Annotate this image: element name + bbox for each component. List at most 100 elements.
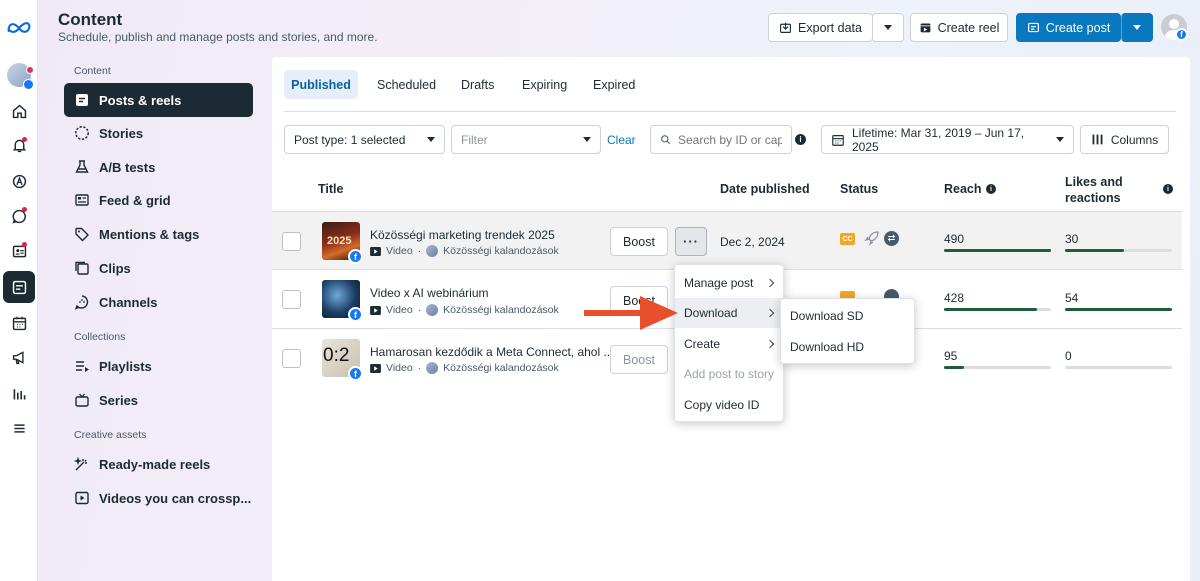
export-data-button[interactable]: Export data (768, 13, 873, 42)
sidebar-section-content: Content (74, 65, 111, 77)
date-range-label: Lifetime: Mar 31, 2019 – Jun 17, 2025 (852, 125, 1025, 154)
menu-item-manage-post[interactable]: Manage post (675, 268, 783, 298)
sidebar-item-ready-made-reels[interactable]: Ready-made reels (65, 448, 252, 480)
date-range-select[interactable]: Lifetime: Mar 31, 2019 – Jun 17, 2025 (821, 125, 1074, 154)
page-name: Közösségi kalandozások (443, 304, 559, 316)
caret-down-icon (1056, 137, 1064, 142)
sidebar-item-feed-grid[interactable]: Feed & grid (65, 184, 252, 216)
sidebar-item-mentions-tags[interactable]: Mentions & tags (65, 218, 252, 250)
sidebar-item-label: Stories (99, 125, 144, 141)
clips-icon (75, 261, 89, 275)
calendar-icon[interactable] (0, 308, 38, 338)
crosspost-icon: ⇄ (884, 231, 899, 246)
sidebar-item-label: Series (99, 392, 139, 408)
post-title[interactable]: Közösségi marketing trendek 2025 (370, 228, 555, 242)
video-icon (75, 491, 89, 505)
export-dropdown-button[interactable] (872, 13, 904, 42)
post-title[interactable]: Video x AI webinárium (370, 286, 489, 300)
tab-expiring[interactable]: Expiring (512, 70, 577, 99)
sidebar-item-playlists[interactable]: Playlists (65, 350, 252, 382)
menu-item-download[interactable]: Download (675, 298, 783, 328)
notification-dot (22, 137, 27, 142)
reach-value: 95 (944, 349, 958, 363)
sidebar-item-stories[interactable]: Stories (65, 117, 252, 149)
post-title[interactable]: Hamarosan kezdődik a Meta Connect, ahol … (370, 345, 613, 359)
search-input[interactable] (678, 132, 782, 147)
menu-item-download-sd[interactable]: Download SD (781, 301, 914, 331)
likes-bar (1065, 249, 1172, 252)
likes-bar (1065, 366, 1172, 369)
annotation-arrow (584, 296, 678, 330)
row-checkbox[interactable] (282, 232, 301, 251)
tab-drafts[interactable]: Drafts (451, 70, 504, 99)
menu-icon[interactable] (0, 413, 38, 443)
tab-published[interactable]: Published (284, 70, 358, 99)
sidebar-item-posts-reels[interactable]: Posts & reels (65, 84, 252, 116)
row-checkbox[interactable] (282, 290, 301, 309)
menu-item-create[interactable]: Create (675, 329, 783, 359)
filter-select[interactable]: Filter (451, 125, 601, 154)
column-header-reach[interactable]: Reach (944, 182, 982, 196)
sidebar-item-ab-tests[interactable]: A/B tests (65, 151, 252, 183)
home-icon[interactable] (0, 96, 38, 126)
sidebar-item-label: Channels (99, 294, 158, 310)
column-header-title[interactable]: Title (318, 182, 343, 196)
tab-scheduled[interactable]: Scheduled (367, 70, 446, 99)
create-post-button[interactable]: Create post (1016, 13, 1121, 42)
tabs-divider (284, 111, 1176, 112)
meta-logo-icon[interactable] (0, 12, 38, 42)
posts-icon (76, 94, 88, 106)
left-rail (0, 0, 38, 581)
sidebar-section-creative: Creative assets (74, 429, 147, 441)
likes-info-icon[interactable]: i (1163, 184, 1173, 194)
chevron-right-icon (765, 308, 775, 318)
sidebar-item-series[interactable]: Series (65, 384, 252, 416)
menu-item-copy-video-id[interactable]: Copy video ID (675, 390, 783, 420)
inbox-icon[interactable] (0, 201, 38, 231)
post-type-select[interactable]: Post type: 1 selected (284, 125, 445, 154)
create-reel-button[interactable]: Create reel (910, 13, 1008, 42)
menu-item-download-hd[interactable]: Download HD (781, 332, 914, 362)
clear-filters-link[interactable]: Clear (607, 133, 636, 147)
facebook-icon: f (348, 307, 363, 322)
create-post-dropdown-button[interactable] (1121, 13, 1153, 42)
page-avatar (426, 304, 439, 316)
notifications-icon[interactable] (0, 130, 38, 160)
more-options-button[interactable]: ··· (675, 227, 707, 256)
profile-avatar-icon[interactable] (0, 60, 38, 90)
caret-down-icon (884, 25, 892, 30)
sidebar-item-label: Mentions & tags (99, 226, 200, 242)
calendar-icon (832, 134, 844, 146)
video-type-icon (370, 305, 381, 315)
column-header-date[interactable]: Date published (720, 182, 810, 196)
likes-header-line1: Likes and (1065, 175, 1123, 189)
column-header-likes[interactable]: Likes and reactions (1065, 174, 1123, 206)
download-submenu: Download SD Download HD (780, 298, 915, 364)
sidebar-item-clips[interactable]: Clips (65, 252, 252, 284)
search-field[interactable] (650, 125, 792, 154)
menu-item-label: Add post to story (684, 367, 775, 381)
sidebar-item-label: Clips (99, 260, 131, 276)
tab-expired[interactable]: Expired (583, 70, 645, 99)
info-icon[interactable]: i (795, 134, 806, 145)
column-header-status[interactable]: Status (840, 182, 878, 196)
megaphone-icon[interactable] (0, 342, 38, 372)
export-data-label: Export data (798, 20, 862, 35)
insights-icon[interactable] (0, 378, 38, 408)
contacts-icon[interactable] (0, 236, 38, 266)
captions-icon: CC (840, 233, 855, 245)
ads-icon[interactable] (0, 166, 38, 196)
boost-button[interactable]: Boost (610, 345, 668, 374)
columns-button[interactable]: Columns (1080, 125, 1169, 154)
sidebar-item-crosspost-videos[interactable]: Videos you can crossp... (65, 482, 252, 514)
boost-button[interactable]: Boost (610, 227, 668, 256)
row-checkbox[interactable] (282, 349, 301, 368)
likes-bar (1065, 308, 1172, 311)
post-type-text: Video (386, 304, 413, 316)
content-icon[interactable] (3, 271, 35, 303)
reach-bar-fill (944, 249, 1051, 252)
sidebar-item-channels[interactable]: Channels (65, 286, 252, 318)
sidebar-item-label: Feed & grid (99, 192, 171, 208)
search-icon (661, 135, 670, 144)
reach-info-icon[interactable]: i (986, 184, 996, 194)
